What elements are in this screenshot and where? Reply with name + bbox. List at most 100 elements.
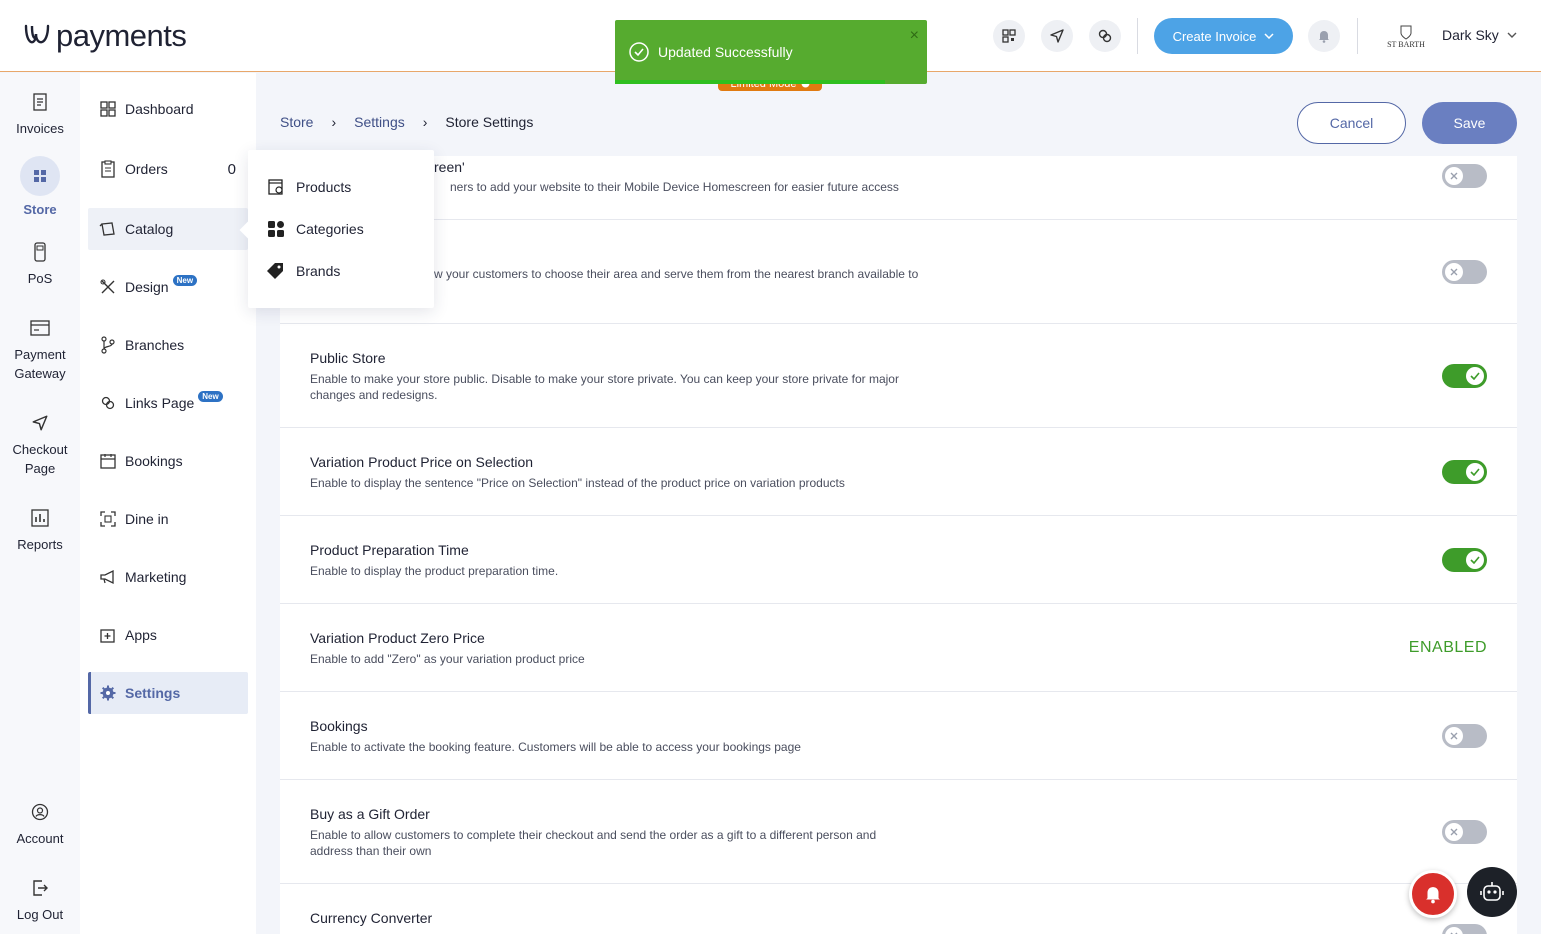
rail-item-store[interactable]: Store — [0, 156, 80, 219]
categories-icon — [266, 219, 286, 239]
sidebar-item-catalog[interactable]: Catalog — [88, 208, 248, 250]
sidebar-item-orders[interactable]: Orders 0 — [88, 148, 248, 190]
user-menu[interactable]: Dark Sky — [1442, 27, 1517, 43]
breadcrumb-store[interactable]: Store — [280, 114, 313, 130]
setting-title: Variation Product Price on Selection — [310, 454, 534, 470]
chevron-down-icon — [1507, 32, 1517, 38]
sidebar-item-branches[interactable]: Branches — [88, 324, 248, 366]
store-sidebar: Dashboard Orders 0 Catalog Design New Br… — [80, 73, 256, 934]
crest-icon — [1400, 25, 1412, 40]
brand-logo[interactable]: payments — [22, 18, 187, 54]
catalog-submenu: Products Categories Brands — [248, 150, 434, 308]
setting-title: Buy as a Gift Order — [310, 806, 430, 822]
sidebar-item-dine-in[interactable]: Dine in — [88, 498, 248, 540]
rail-item-logout[interactable]: Log Out — [0, 877, 80, 924]
setting-toggle[interactable] — [1442, 548, 1487, 572]
toggle-off-icon — [1445, 263, 1463, 281]
success-toast: Updated Successfully × — [615, 20, 927, 84]
rail-item-checkout-page[interactable]: Checkout Page — [0, 412, 80, 478]
breadcrumb-current: Store Settings — [445, 114, 534, 130]
setting-toggle[interactable] — [1442, 364, 1487, 388]
orders-icon — [99, 160, 117, 178]
send-icon — [29, 412, 51, 434]
qr-code-icon[interactable] — [993, 20, 1025, 52]
rail-item-invoices[interactable]: Invoices — [0, 91, 80, 138]
user-name: Dark Sky — [1442, 27, 1499, 43]
sidebar-item-design[interactable]: Design New — [88, 266, 248, 308]
catalog-icon — [99, 220, 117, 238]
create-invoice-label: Create Invoice — [1172, 28, 1257, 44]
setting-title: Bookings — [310, 718, 368, 734]
sidebar-item-label: Dashboard — [125, 101, 194, 117]
sidebar-item-label: Orders — [125, 161, 168, 177]
sidebar-item-bookings[interactable]: Bookings — [88, 440, 248, 482]
setting-row-price-on-selection: Variation Product Price on Selection Ena… — [280, 428, 1517, 516]
chevron-right-icon: › — [331, 114, 337, 130]
sidebar-item-dashboard[interactable]: Dashboard — [88, 88, 248, 130]
calendar-icon — [99, 452, 117, 470]
sidebar-item-label: Settings — [125, 685, 181, 701]
rail-label: Store — [23, 202, 57, 217]
branches-icon — [99, 336, 117, 354]
sidebar-item-settings[interactable]: Settings — [88, 672, 248, 714]
logout-icon — [29, 877, 51, 899]
toggle-on-icon — [1466, 551, 1484, 569]
robot-icon — [1480, 882, 1504, 901]
sidebar-item-label: Marketing — [125, 569, 187, 585]
payment-gateway-icon — [29, 317, 51, 339]
rail-item-payment-gateway[interactable]: Payment Gateway — [0, 317, 80, 383]
breadcrumb-settings[interactable]: Settings — [354, 114, 405, 130]
sidebar-item-label: Branches — [125, 337, 185, 353]
submenu-item-label: Brands — [296, 263, 341, 279]
rail-label: Invoices — [16, 121, 64, 136]
setting-toggle[interactable] — [1442, 924, 1487, 934]
left-rail: Invoices Store PoS Payment Gateway Check… — [0, 73, 80, 934]
scan-icon — [99, 510, 117, 528]
settings-panel: creen' ners to add your website to their… — [280, 156, 1517, 934]
create-invoice-button[interactable]: Create Invoice — [1154, 18, 1293, 54]
cancel-button[interactable]: Cancel — [1297, 102, 1406, 144]
notification-bell-icon[interactable] — [1308, 20, 1340, 52]
setting-desc: Enable to allow customers to complete th… — [310, 828, 877, 858]
link-icon[interactable] — [1089, 20, 1121, 52]
submenu-item-brands[interactable]: Brands — [266, 261, 340, 281]
sidebar-item-marketing[interactable]: Marketing — [88, 556, 248, 598]
avatar-text: ST BARTH — [1387, 39, 1425, 49]
sidebar-item-label: Links Page — [125, 395, 195, 411]
setting-toggle[interactable] — [1442, 820, 1487, 844]
setting-row-bookings: Bookings Enable to activate the booking … — [280, 692, 1517, 780]
sidebar-item-links-page[interactable]: Links Page New — [88, 382, 248, 424]
logo-mark-icon — [24, 24, 50, 44]
setting-toggle[interactable] — [1442, 460, 1487, 484]
sidebar-item-apps[interactable]: Apps — [88, 614, 248, 656]
rail-label: Reports — [17, 537, 63, 552]
avatar[interactable]: ST BARTH — [1386, 20, 1426, 52]
setting-desc: Enable to display the sentence "Price on… — [310, 476, 845, 490]
enabled-status: ENABLED — [1408, 639, 1487, 656]
submenu-item-categories[interactable]: Categories — [266, 219, 364, 239]
rail-item-account[interactable]: Account — [0, 801, 80, 848]
toggle-on-icon — [1466, 463, 1484, 481]
setting-toggle[interactable] — [1442, 164, 1487, 188]
setting-toggle[interactable] — [1442, 260, 1487, 284]
rail-item-reports[interactable]: Reports — [0, 507, 80, 554]
rail-item-pos[interactable]: PoS — [0, 241, 80, 288]
notification-bell-fab[interactable] — [1409, 870, 1457, 918]
send-icon[interactable] — [1041, 20, 1073, 52]
setting-row-currency-converter: Currency Converter — [280, 884, 1517, 934]
divider — [1357, 18, 1358, 54]
toggle-off-icon — [1445, 927, 1463, 934]
setting-row-homescreen: creen' ners to add your website to their… — [280, 156, 1517, 220]
chatbot-button[interactable] — [1467, 867, 1517, 917]
gear-icon — [99, 684, 117, 702]
submenu-item-products[interactable]: Products — [266, 177, 351, 197]
submenu-item-label: Products — [296, 179, 352, 195]
setting-row-gift-order: Buy as a Gift Order Enable to allow cust… — [280, 780, 1517, 884]
toast-close-icon[interactable]: × — [910, 27, 919, 45]
setting-toggle[interactable] — [1442, 724, 1487, 748]
check-circle-icon — [629, 42, 649, 62]
chevron-right-icon: › — [422, 114, 428, 130]
invoice-icon — [29, 91, 51, 113]
save-button[interactable]: Save — [1422, 102, 1517, 144]
toggle-off-icon — [1445, 727, 1463, 745]
